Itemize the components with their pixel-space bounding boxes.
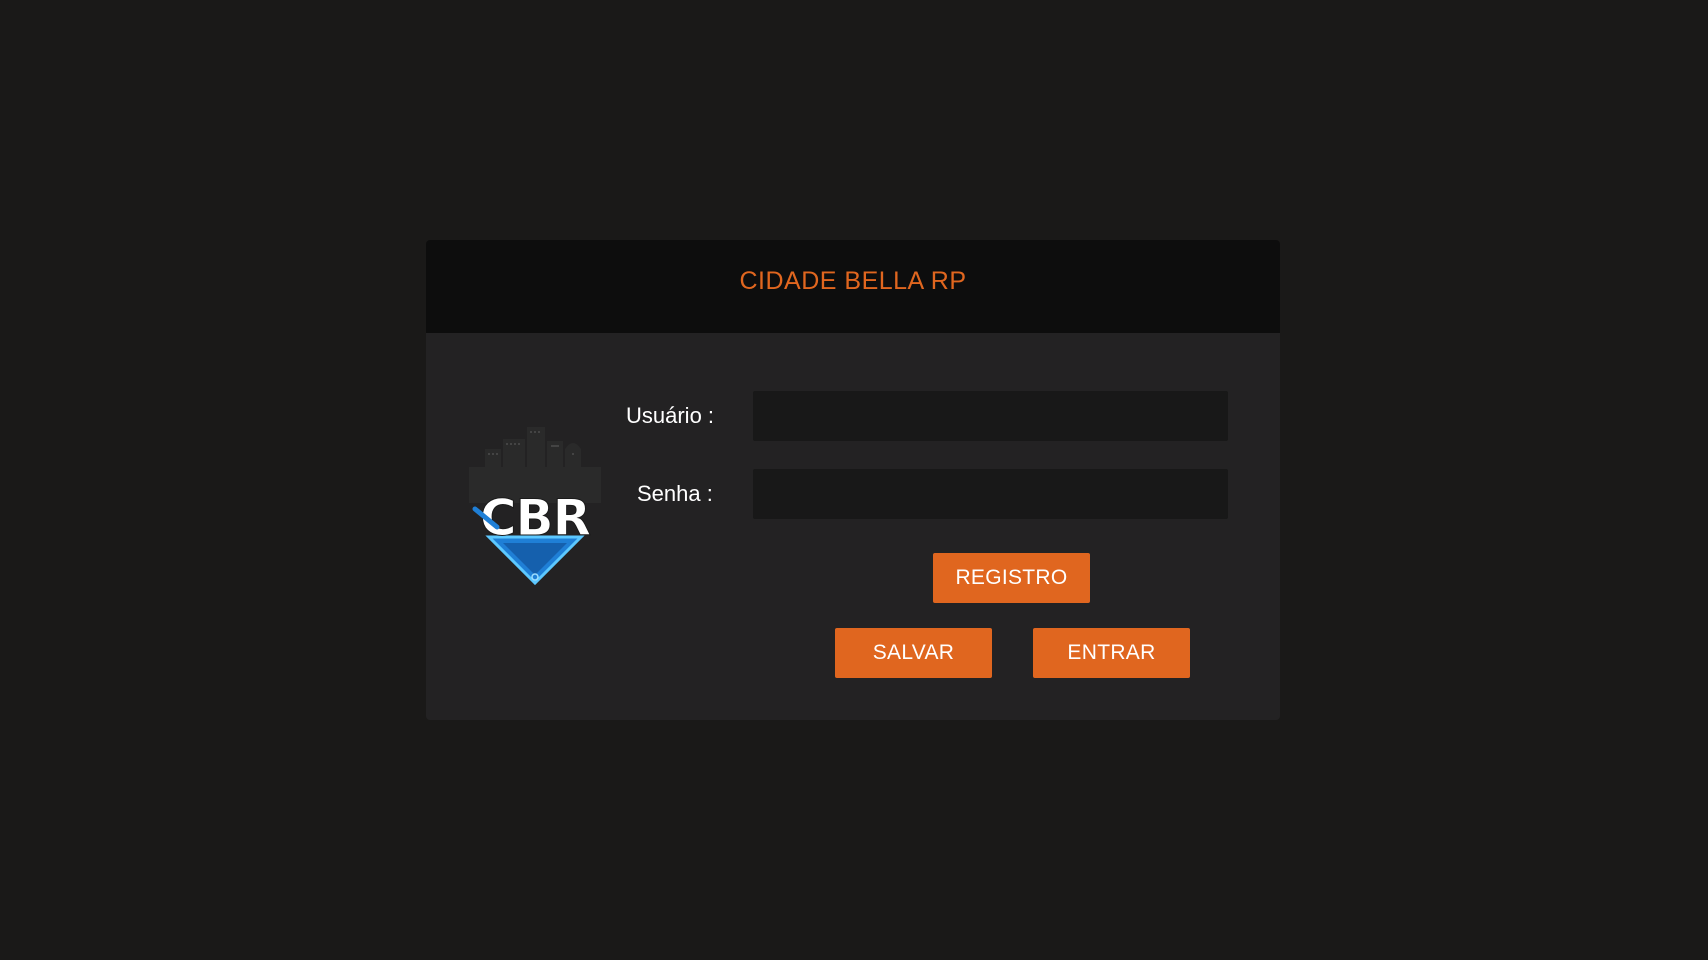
save-button[interactable]: SALVAR (835, 628, 992, 678)
logo-text: CBR (480, 489, 591, 547)
username-input[interactable] (753, 391, 1228, 441)
username-label: Usuário : (626, 403, 715, 428)
dialog-header: CIDADE BELLA RP (426, 240, 1280, 333)
enter-button[interactable]: ENTRAR (1033, 628, 1190, 678)
register-button[interactable]: REGISTRO (933, 553, 1090, 603)
password-label: Senha : (637, 481, 713, 506)
dialog-title: CIDADE BELLA RP (739, 267, 967, 295)
login-dialog: CIDADE BELLA RP CBR Usuário : Senha : RE… (426, 240, 1280, 720)
password-input[interactable] (753, 469, 1228, 519)
cbr-logo: CBR (469, 427, 601, 586)
